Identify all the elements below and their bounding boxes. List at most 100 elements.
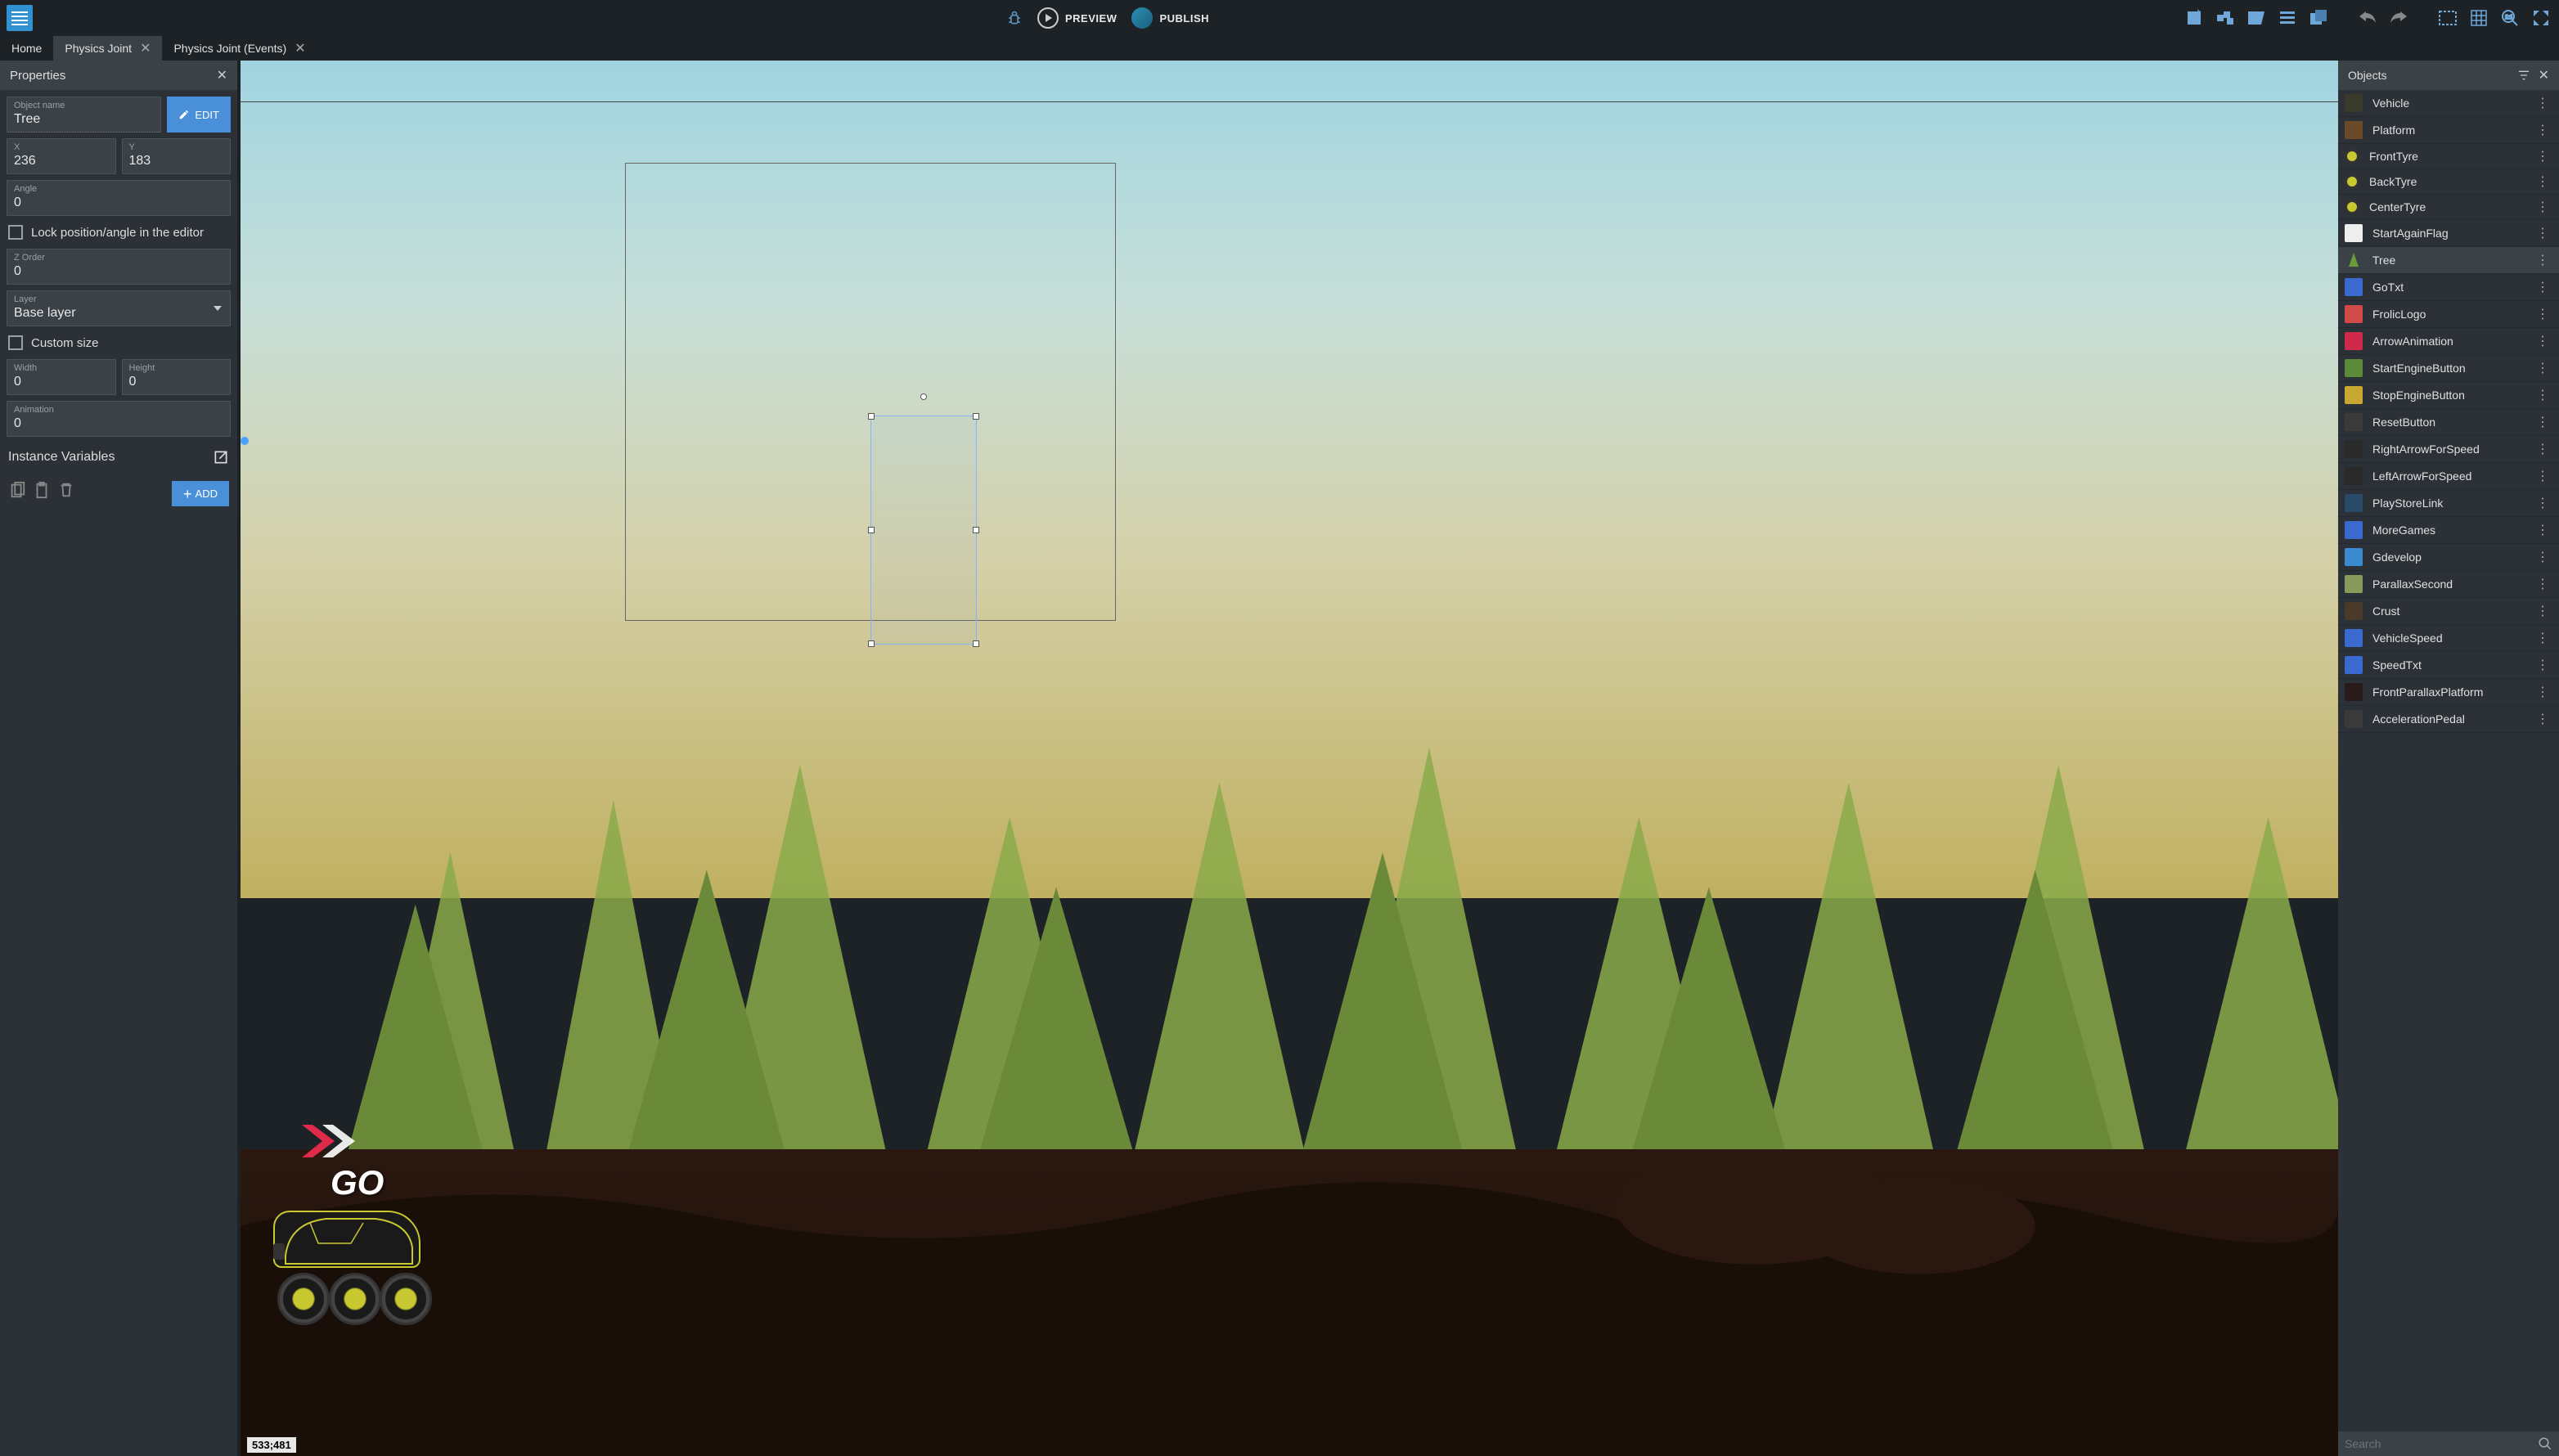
more-icon[interactable]: ⋮ [2533,122,2552,138]
more-icon[interactable]: ⋮ [2533,333,2552,349]
zorder-field[interactable]: Z Order [7,249,231,285]
x-input[interactable] [14,154,109,169]
object-item[interactable]: MoreGames⋮ [2338,517,2559,544]
redo-icon[interactable] [2387,7,2410,29]
filter-icon[interactable] [2517,69,2530,82]
more-icon[interactable]: ⋮ [2533,95,2552,111]
more-icon[interactable]: ⋮ [2533,148,2552,164]
grid-icon[interactable] [2467,7,2490,29]
more-icon[interactable]: ⋮ [2533,387,2552,403]
edit-button[interactable]: EDIT [167,97,231,133]
more-icon[interactable]: ⋮ [2533,684,2552,700]
object-item[interactable]: Gdevelop⋮ [2338,544,2559,571]
object-item[interactable]: AccelerationPedal⋮ [2338,706,2559,733]
object-item[interactable]: FrontParallaxPlatform⋮ [2338,679,2559,706]
close-icon[interactable]: ✕ [217,67,227,83]
objects-list[interactable]: Vehicle⋮Platform⋮FrontTyre⋮BackTyre⋮Cent… [2338,90,2559,1431]
more-icon[interactable]: ⋮ [2533,495,2552,511]
search-icon[interactable] [2538,1436,2552,1451]
angle-input[interactable] [14,195,223,210]
more-icon[interactable]: ⋮ [2533,711,2552,727]
layer-select[interactable]: Base layer [14,306,223,321]
object-item[interactable]: LeftArrowForSpeed⋮ [2338,463,2559,490]
object-item[interactable]: Crust⋮ [2338,598,2559,625]
windows-icon[interactable] [2307,7,2330,29]
animation-input[interactable] [14,416,223,431]
layer-field[interactable]: Layer Base layer [7,290,231,326]
object-name-field[interactable]: Object name [7,97,161,133]
search-input[interactable] [2345,1436,2538,1451]
more-icon[interactable]: ⋮ [2533,225,2552,241]
object-item[interactable]: Tree⋮ [2338,247,2559,274]
object-item[interactable]: ParallaxSecond⋮ [2338,571,2559,598]
x-field[interactable]: X [7,138,116,174]
height-field[interactable]: Height [122,359,232,395]
more-icon[interactable]: ⋮ [2533,468,2552,484]
objects-search[interactable] [2338,1431,2559,1456]
y-input[interactable] [129,154,224,169]
object-item[interactable]: FrontTyre⋮ [2338,144,2559,169]
y-field[interactable]: Y [122,138,232,174]
object-item[interactable]: RightArrowForSpeed⋮ [2338,436,2559,463]
tab-physics-joint-events[interactable]: Physics Joint (Events) ✕ [162,36,317,61]
debug-button[interactable] [1006,10,1023,26]
zorder-input[interactable] [14,264,223,279]
more-icon[interactable]: ⋮ [2533,360,2552,376]
object-item[interactable]: StartAgainFlag⋮ [2338,220,2559,247]
custom-size-checkbox-row[interactable]: Custom size [7,332,231,353]
more-icon[interactable]: ⋮ [2533,630,2552,646]
mask-icon[interactable] [2436,7,2459,29]
object-item[interactable]: ResetButton⋮ [2338,409,2559,436]
width-field[interactable]: Width [7,359,116,395]
paste-icon[interactable] [33,481,51,499]
lock-checkbox[interactable] [8,225,23,240]
delete-icon[interactable] [57,481,75,499]
object-item[interactable]: Platform⋮ [2338,117,2559,144]
width-input[interactable] [14,375,109,389]
object-item[interactable]: SpeedTxt⋮ [2338,652,2559,679]
object-item[interactable]: GoTxt⋮ [2338,274,2559,301]
more-icon[interactable]: ⋮ [2533,252,2552,268]
layers-icon[interactable] [2245,7,2268,29]
more-icon[interactable]: ⋮ [2533,603,2552,619]
object-item[interactable]: PlayStoreLink⋮ [2338,490,2559,517]
object-item[interactable]: CenterTyre⋮ [2338,195,2559,220]
object-item[interactable]: BackTyre⋮ [2338,169,2559,195]
main-menu-button[interactable] [7,5,33,31]
more-icon[interactable]: ⋮ [2533,306,2552,322]
preview-button[interactable]: PREVIEW [1037,7,1117,29]
scene-view[interactable]: GO [237,61,2338,1456]
fullscreen-icon[interactable] [2530,7,2552,29]
add-button[interactable]: + ADD [172,481,229,506]
animation-field[interactable]: Animation [7,401,231,437]
more-icon[interactable]: ⋮ [2533,522,2552,538]
close-icon[interactable]: ✕ [2539,67,2549,83]
undo-icon[interactable] [2356,7,2379,29]
height-input[interactable] [129,375,224,389]
add-object-icon[interactable] [2183,7,2206,29]
more-icon[interactable]: ⋮ [2533,549,2552,565]
more-icon[interactable]: ⋮ [2533,173,2552,190]
object-item[interactable]: StartEngineButton⋮ [2338,355,2559,382]
object-item[interactable]: StopEngineButton⋮ [2338,382,2559,409]
close-icon[interactable]: ✕ [140,40,151,56]
more-icon[interactable]: ⋮ [2533,576,2552,592]
instances-icon[interactable] [2214,7,2237,29]
tab-physics-joint[interactable]: Physics Joint ✕ [53,36,162,61]
tab-home[interactable]: Home [0,36,53,61]
external-link-icon[interactable] [213,449,229,465]
more-icon[interactable]: ⋮ [2533,657,2552,673]
zoom-icon[interactable]: 1:1 [2498,7,2521,29]
close-icon[interactable]: ✕ [295,40,305,56]
object-item[interactable]: VehicleSpeed⋮ [2338,625,2559,652]
more-icon[interactable]: ⋮ [2533,279,2552,295]
object-item[interactable]: Vehicle⋮ [2338,90,2559,117]
more-icon[interactable]: ⋮ [2533,441,2552,457]
custom-size-checkbox[interactable] [8,335,23,350]
more-icon[interactable]: ⋮ [2533,414,2552,430]
object-item[interactable]: ArrowAnimation⋮ [2338,328,2559,355]
list-icon[interactable] [2276,7,2299,29]
angle-field[interactable]: Angle [7,180,231,216]
selection-box[interactable] [870,416,977,645]
lock-checkbox-row[interactable]: Lock position/angle in the editor [7,222,231,243]
